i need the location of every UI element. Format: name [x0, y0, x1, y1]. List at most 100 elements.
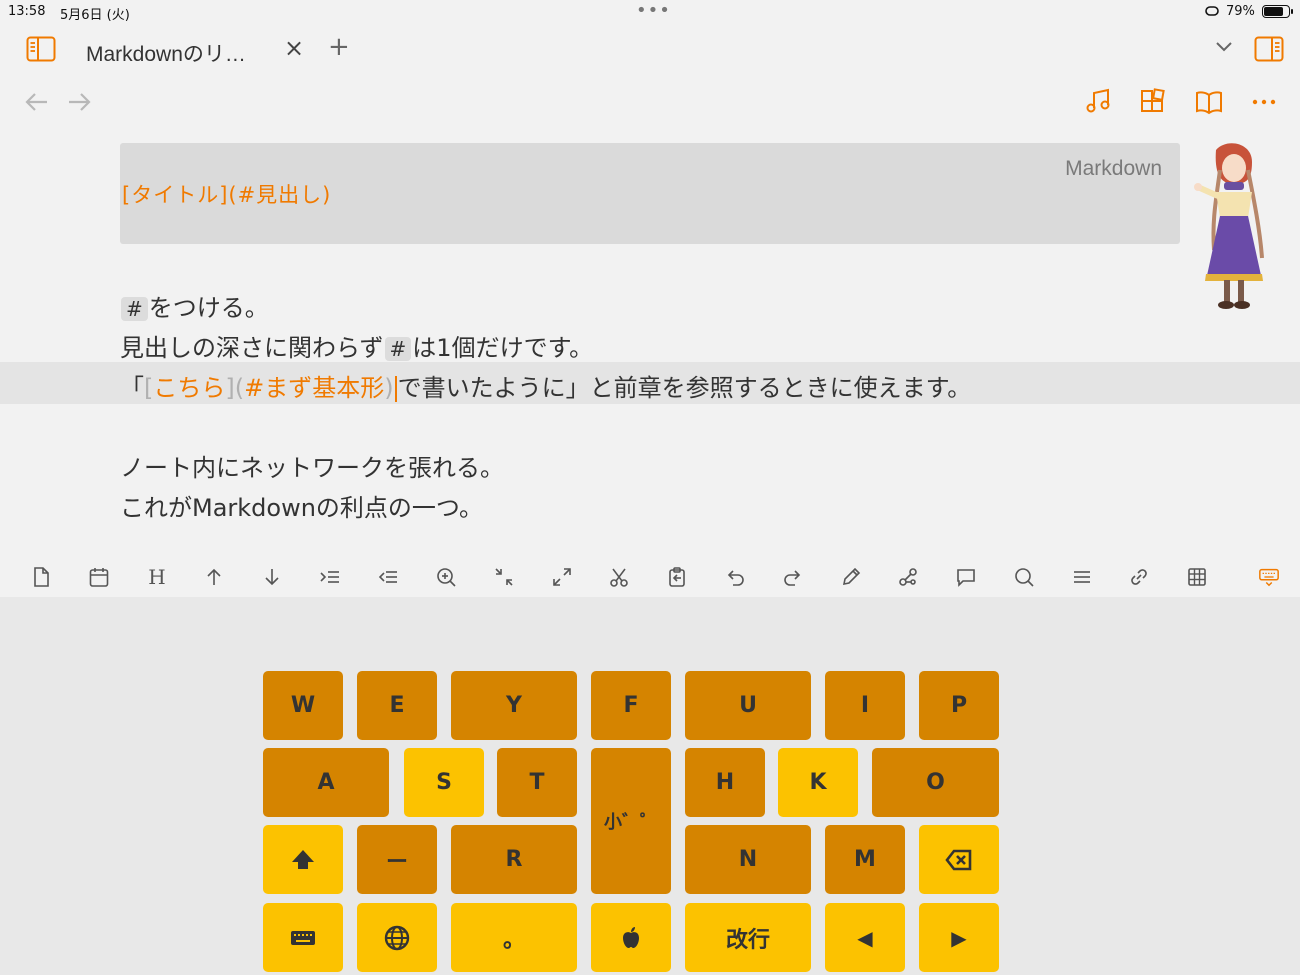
shift-key[interactable] — [263, 825, 343, 894]
custom-keyboard: W E Y F U I P A S T 小゛゜ H K O ー R N M 。 … — [0, 597, 1300, 975]
key-s[interactable]: S — [404, 748, 484, 817]
battery-percent: 79% — [1226, 4, 1255, 19]
link-bracket: [ — [144, 374, 154, 402]
link-target[interactable]: #まず基本形 — [244, 374, 384, 402]
editor-toolbar: H — [0, 560, 1300, 596]
search-icon[interactable] — [1011, 564, 1037, 590]
graph-icon[interactable] — [895, 564, 921, 590]
daily-note-calendar-icon[interactable] — [86, 564, 112, 590]
keyboard-dismiss-icon[interactable] — [1256, 564, 1282, 590]
new-file-icon[interactable] — [28, 564, 54, 590]
more-options-icon[interactable] — [1251, 92, 1277, 112]
key-y[interactable]: Y — [451, 671, 577, 740]
pencil-icon[interactable] — [838, 564, 864, 590]
editor-text: ノート内にネットワークを張れる。 — [120, 454, 504, 482]
multitask-dots-icon[interactable]: ••• — [636, 0, 671, 21]
inline-code-hash: # — [121, 297, 148, 321]
editor-line[interactable]: これがMarkdownの利点の一つ。 — [120, 488, 483, 523]
editor-text: で書いたように」と前章を参照するときに使えます。 — [397, 374, 972, 402]
link-status-icon — [1205, 6, 1219, 16]
code-block[interactable]: Markdown [タイトル](#見出し) — [120, 143, 1180, 244]
character-avatar — [1194, 143, 1264, 309]
editor-text: 見出しの深さに関わらず — [120, 334, 384, 362]
collapse-icon[interactable] — [491, 564, 517, 590]
cursor-right-key[interactable]: ▶ — [919, 903, 999, 972]
editor-text: これがMarkdownの利点の一つ。 — [120, 494, 483, 522]
link-text[interactable]: こちら — [153, 374, 225, 402]
editor-text: をつける。 — [148, 294, 269, 322]
text-cursor — [394, 376, 397, 402]
backspace-key[interactable] — [919, 825, 999, 894]
arrow-up-icon[interactable] — [201, 564, 227, 590]
right-sidebar-toggle-icon[interactable] — [1254, 36, 1284, 62]
key-f[interactable]: F — [591, 671, 671, 740]
comment-bubble-icon[interactable] — [953, 564, 979, 590]
tab-close-button[interactable]: × — [284, 34, 304, 62]
zoom-in-icon[interactable] — [433, 564, 459, 590]
extensions-icon[interactable] — [1139, 88, 1167, 116]
heading-icon[interactable]: H — [144, 564, 170, 590]
back-arrow-icon[interactable] — [24, 90, 50, 114]
editor-line[interactable]: 見出しの深さに関わらず # は1個だけです。 — [120, 328, 593, 363]
key-u[interactable]: U — [685, 671, 811, 740]
chevron-down-icon[interactable] — [1214, 36, 1234, 56]
key-k[interactable]: K — [778, 748, 858, 817]
status-time: 13:58 — [8, 4, 46, 19]
tab-bar: Markdownのリ… × + — [0, 30, 1300, 70]
shift-arrow-icon — [292, 849, 314, 869]
key-period[interactable]: 。 — [451, 903, 577, 972]
indent-icon[interactable] — [317, 564, 343, 590]
code-block-content: [タイトル](#見出し) — [122, 183, 332, 207]
forward-arrow-icon[interactable] — [66, 90, 92, 114]
reading-mode-book-icon[interactable] — [1194, 88, 1224, 116]
key-long-dash[interactable]: ー — [357, 825, 437, 894]
key-r[interactable]: R — [451, 825, 577, 894]
status-bar: 13:58 5月6日 (火) ••• 79% — [0, 0, 1300, 24]
key-m[interactable]: M — [825, 825, 905, 894]
editor-text: は1個だけです。 — [412, 334, 594, 362]
backspace-icon — [945, 849, 972, 870]
paste-clipboard-icon[interactable] — [664, 564, 690, 590]
battery-icon — [1262, 5, 1293, 18]
keyboard-icon — [291, 930, 315, 945]
globe-icon — [384, 925, 410, 950]
new-tab-button[interactable]: + — [328, 32, 350, 62]
nav-row — [0, 84, 1300, 124]
status-date: 5月6日 (火) — [60, 8, 130, 23]
link-bracket: ) — [384, 374, 394, 402]
undo-icon[interactable] — [722, 564, 748, 590]
cut-scissors-icon[interactable] — [606, 564, 632, 590]
table-icon[interactable] — [1184, 564, 1210, 590]
key-a[interactable]: A — [263, 748, 389, 817]
key-h[interactable]: H — [685, 748, 765, 817]
key-w[interactable]: W — [263, 671, 343, 740]
cursor-left-key[interactable]: ◀ — [825, 903, 905, 972]
tab-title[interactable]: Markdownのリ… — [86, 38, 246, 68]
left-sidebar-toggle-icon[interactable] — [26, 36, 56, 62]
globe-key[interactable] — [357, 903, 437, 972]
keyboard-switch-key[interactable] — [263, 903, 343, 972]
key-t[interactable]: T — [497, 748, 577, 817]
editor-line[interactable]: # をつける。 — [120, 288, 269, 323]
key-n[interactable]: N — [685, 825, 811, 894]
enter-key[interactable]: 改行 — [685, 903, 811, 972]
apple-key[interactable] — [591, 903, 671, 972]
code-block-language: Markdown — [1065, 157, 1162, 180]
editor-line[interactable]: ノート内にネットワークを張れる。 — [120, 448, 504, 483]
music-note-icon[interactable] — [1084, 88, 1112, 116]
key-e[interactable]: E — [357, 671, 437, 740]
expand-icon[interactable] — [549, 564, 575, 590]
key-small-dakuten[interactable]: 小゛゜ — [591, 748, 671, 894]
link-bracket: ]( — [225, 374, 245, 402]
outdent-icon[interactable] — [375, 564, 401, 590]
editor-text: 「 — [120, 374, 144, 402]
inline-code-hash: # — [384, 337, 412, 361]
key-p[interactable]: P — [919, 671, 999, 740]
editor-line-current[interactable]: 「[こちら](#まず基本形) で書いたように」と前章を参照するときに使えます。 — [120, 368, 971, 403]
link-icon[interactable] — [1126, 564, 1152, 590]
key-o[interactable]: O — [872, 748, 999, 817]
redo-icon[interactable] — [780, 564, 806, 590]
menu-lines-icon[interactable] — [1069, 564, 1095, 590]
key-i[interactable]: I — [825, 671, 905, 740]
arrow-down-icon[interactable] — [259, 564, 285, 590]
